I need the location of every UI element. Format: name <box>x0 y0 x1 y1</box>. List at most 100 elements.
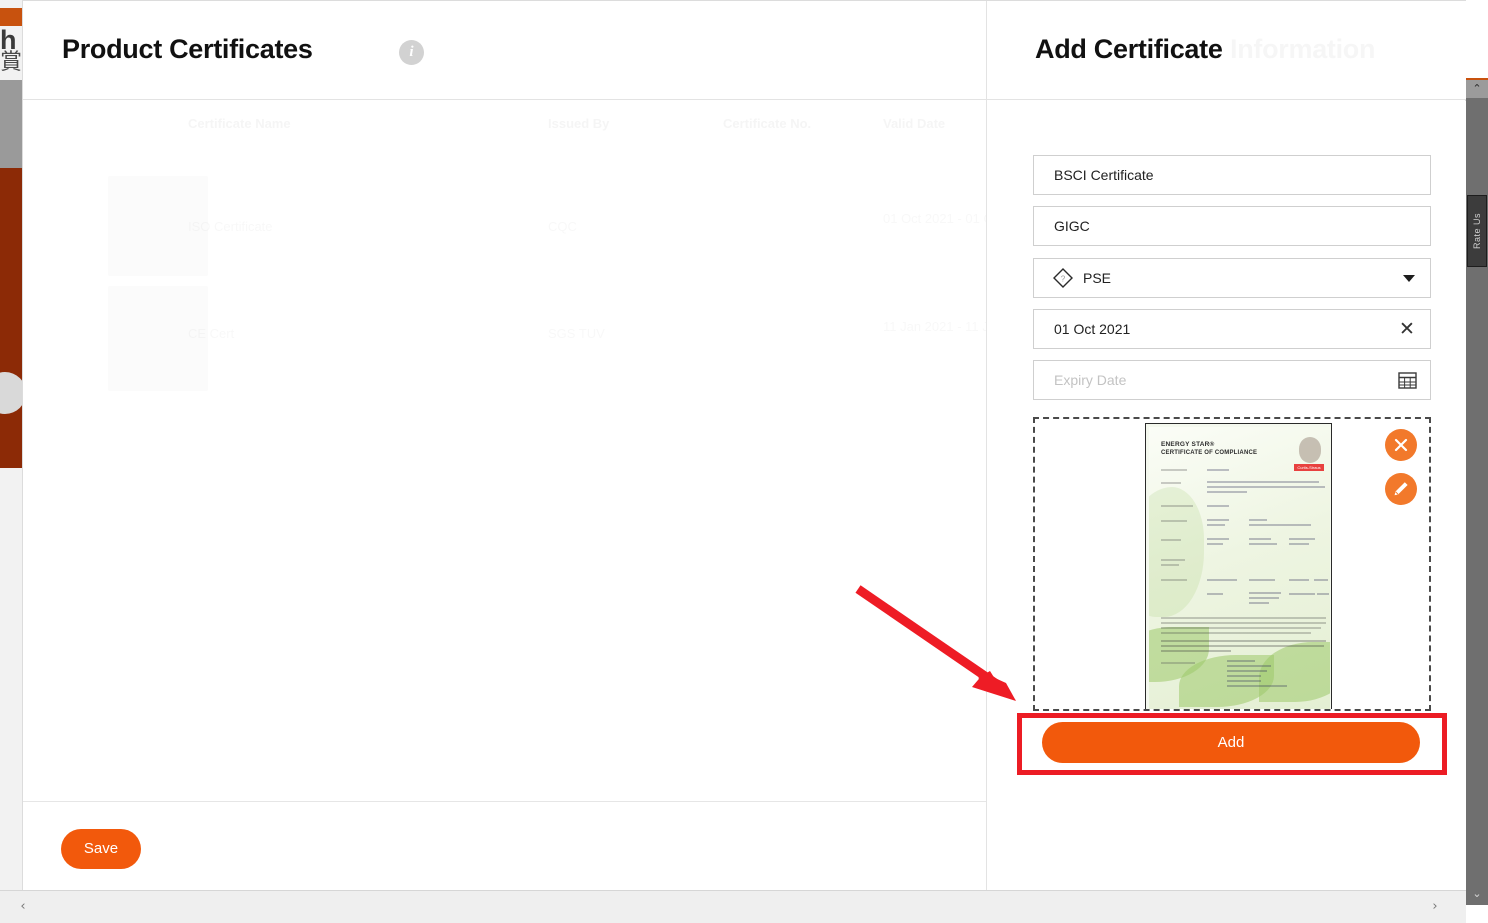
preview-text-line <box>1161 520 1187 522</box>
info-icon[interactable]: i <box>399 40 424 65</box>
certificates-table-area: Certificate Name Issued By Certificate N… <box>23 101 986 801</box>
main-footer: Save <box>23 801 986 904</box>
add-button[interactable]: Add <box>1042 722 1420 763</box>
preview-text-line <box>1249 579 1275 581</box>
preview-text-line <box>1289 543 1309 545</box>
certificate-upload-area[interactable]: ENERGY STAR® CERTIFICATE OF COMPLIANCE C… <box>1033 417 1431 711</box>
preview-paragraph-line <box>1161 617 1326 619</box>
preview-title-line1: ENERGY STAR® <box>1161 441 1215 448</box>
diamond-placeholder-icon: ? <box>1053 268 1073 288</box>
issued-by-input[interactable] <box>1033 206 1431 246</box>
leaf-decoration-icon <box>1259 642 1330 702</box>
table-cell-valid-date: 01 Oct 2021 - 01 Oct 2023 <box>883 211 986 226</box>
preview-text-line <box>1227 660 1255 662</box>
preview-text-line <box>1227 675 1261 677</box>
certificate-type-value: PSE <box>1083 270 1112 286</box>
preview-text-line <box>1207 491 1247 493</box>
vertical-scrollbar[interactable]: ⌃ Rate Us ⌄ <box>1466 0 1488 905</box>
side-title-ghost: Information <box>1230 34 1376 64</box>
scroll-left-arrow-icon[interactable]: ‹ <box>12 891 34 923</box>
table-cell-name: CE Cert <box>188 326 234 341</box>
issue-date-field[interactable]: 01 Oct 2021 ✕ <box>1033 309 1431 349</box>
delete-certificate-button[interactable] <box>1385 429 1417 461</box>
page-title: Product Certificates <box>62 34 313 64</box>
scroll-down-arrow-icon[interactable]: ⌄ <box>1466 883 1488 905</box>
certificate-preview-image: ENERGY STAR® CERTIFICATE OF COMPLIANCE C… <box>1149 427 1330 709</box>
table-header-cert-no: Certificate No. <box>723 116 812 131</box>
preview-text-line <box>1289 579 1309 581</box>
scroll-right-arrow-icon[interactable]: › <box>1424 891 1446 923</box>
side-header: Information Add Certificate <box>987 1 1466 100</box>
preview-text-line <box>1161 559 1185 561</box>
preview-paragraph-line <box>1161 632 1311 634</box>
preview-text-line <box>1289 593 1315 595</box>
preview-text-line <box>1207 524 1225 526</box>
preview-text-line <box>1161 469 1187 471</box>
preview-text-line <box>1249 543 1277 545</box>
preview-text-line <box>1161 482 1181 484</box>
table-cell-name: ISO Certificate <box>188 219 273 234</box>
expiry-date-placeholder: Expiry Date <box>1054 372 1127 388</box>
main-header: Product Certificates i <box>23 1 986 100</box>
preview-text-line <box>1207 538 1229 540</box>
preview-text-line <box>1207 579 1237 581</box>
preview-text-line <box>1161 564 1179 566</box>
rate-us-label: Rate Us <box>1472 213 1482 250</box>
certificate-name-input[interactable] <box>1033 155 1431 195</box>
save-button[interactable]: Save <box>61 829 141 869</box>
issue-date-value: 01 Oct 2021 <box>1054 321 1131 337</box>
preview-text-line <box>1249 592 1281 594</box>
preview-seal-icon <box>1299 437 1321 463</box>
preview-text-line <box>1207 505 1229 507</box>
chevron-down-icon[interactable] <box>1403 275 1415 282</box>
calendar-icon[interactable] <box>1398 371 1417 389</box>
add-certificate-panel: Information Add Certificate ? <box>986 1 1466 904</box>
table-cell-valid-date: 11 Jan 2021 - 11 Jan 2024 <box>883 319 986 334</box>
preview-text-line <box>1227 665 1271 667</box>
preview-text-line <box>1161 662 1195 664</box>
preview-text-line <box>1249 524 1311 526</box>
thumbnail-actions <box>1385 429 1419 517</box>
preview-title-line2: CERTIFICATE OF COMPLIANCE <box>1161 450 1258 456</box>
preview-text-line <box>1249 538 1271 540</box>
preview-text-line <box>1249 597 1279 599</box>
svg-text:?: ? <box>1061 275 1066 284</box>
preview-text-line <box>1207 519 1229 521</box>
scrollbar-track-top <box>1466 0 1488 78</box>
certificate-type-select[interactable]: ? PSE <box>1033 258 1431 298</box>
table-header-name: Certificate Name <box>188 116 291 131</box>
table-header-valid-date: Valid Date <box>883 116 946 131</box>
horizontal-scrollbar[interactable]: ‹ › <box>0 890 1466 923</box>
preview-text-line <box>1317 593 1329 595</box>
scroll-up-arrow-icon[interactable]: ⌃ <box>1466 80 1488 98</box>
side-panel-title: Add Certificate <box>1035 34 1223 64</box>
certificate-preview-thumbnail[interactable]: ENERGY STAR® CERTIFICATE OF COMPLIANCE C… <box>1145 423 1332 709</box>
preview-paragraph-line <box>1161 645 1324 647</box>
preview-paragraph-line <box>1161 650 1231 652</box>
preview-text-line <box>1227 670 1267 672</box>
certificates-modal: Product Certificates i Certificate Name … <box>22 0 1466 905</box>
preview-paragraph-line <box>1161 640 1326 642</box>
preview-text-line <box>1207 481 1319 483</box>
table-cell-issued-by: SGS TUV <box>548 326 605 341</box>
rate-us-side-tab[interactable]: Rate Us <box>1467 195 1487 267</box>
preview-text-line <box>1289 538 1315 540</box>
preview-text-line <box>1314 579 1328 581</box>
preview-text-line <box>1227 685 1287 687</box>
side-body: ? PSE 01 Oct 2021 ✕ Expiry Date <box>987 101 1466 903</box>
preview-paragraph-line <box>1161 622 1326 624</box>
preview-text-line <box>1249 602 1269 604</box>
expiry-date-field[interactable]: Expiry Date <box>1033 360 1431 400</box>
table-cell-issued-by: CQC <box>548 219 577 234</box>
preview-text-line <box>1207 543 1223 545</box>
preview-text-line <box>1207 593 1223 595</box>
preview-text-line <box>1227 680 1261 682</box>
background-text-cjk: 賞 <box>0 50 23 75</box>
preview-text-line <box>1249 519 1267 521</box>
screen-root: h 賞 Product Certificates i Certificate N… <box>0 0 1488 923</box>
preview-text-line <box>1161 539 1181 541</box>
preview-paragraph-line <box>1161 627 1321 629</box>
close-icon[interactable]: ✕ <box>1397 319 1417 339</box>
edit-certificate-button[interactable] <box>1385 473 1417 505</box>
preview-text-line <box>1161 505 1193 507</box>
